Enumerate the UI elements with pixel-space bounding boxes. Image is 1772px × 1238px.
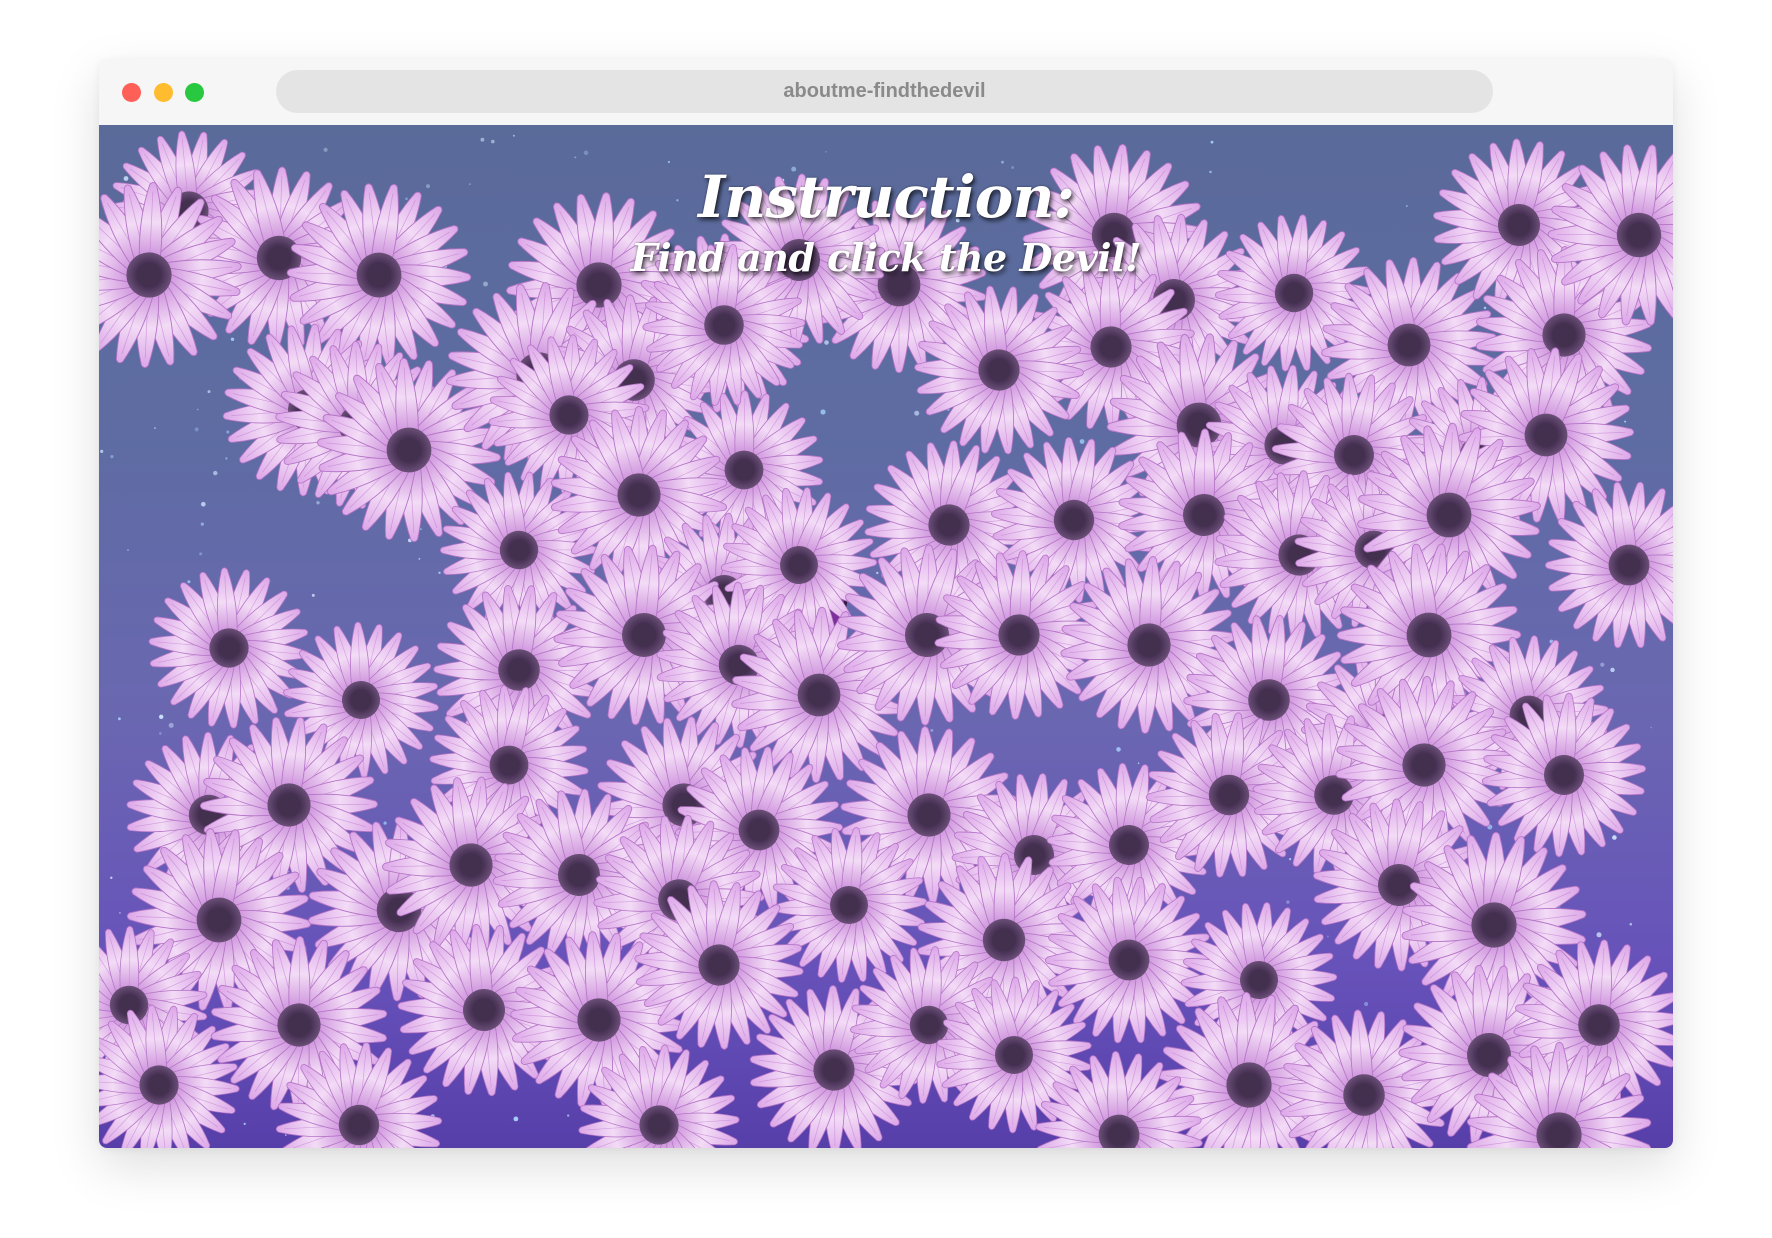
close-window-button[interactable] [122,83,141,102]
address-bar[interactable]: aboutme-findthedevil [276,70,1493,113]
maximize-window-button[interactable] [185,83,204,102]
browser-window: aboutme-findthedevil Instruction: Find a… [99,59,1673,1148]
title-bar: aboutme-findthedevil [99,59,1673,125]
game-scene [99,125,1673,1148]
game-area[interactable]: Instruction: Find and click the Devil! [99,125,1673,1148]
flower-field [99,125,1673,1148]
minimize-window-button[interactable] [154,83,173,102]
